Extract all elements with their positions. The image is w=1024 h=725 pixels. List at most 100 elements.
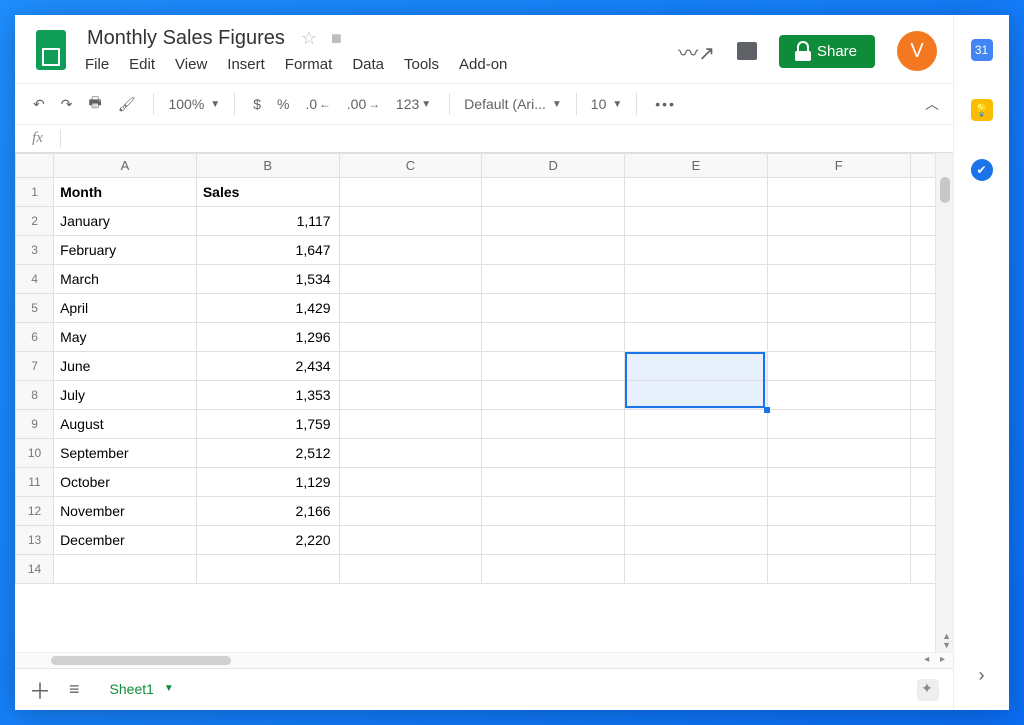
col-header-A[interactable]: A [54,154,197,178]
share-button[interactable]: Share [779,35,875,68]
undo-button[interactable]: ↶ [29,94,49,115]
cell-D3[interactable] [482,236,625,265]
horizontal-scrollbar[interactable]: ◂ ▸ [15,652,953,668]
row-header[interactable]: 14 [16,555,54,584]
cell-E6[interactable] [625,323,768,352]
row-header[interactable]: 1 [16,178,54,207]
cell-E5[interactable] [625,294,768,323]
menu-format[interactable]: Format [285,56,333,73]
selection-handle[interactable] [764,407,770,413]
decrease-decimal-button[interactable]: .0← [301,94,334,114]
cell-D2[interactable] [482,207,625,236]
increase-decimal-button[interactable]: .00→ [343,94,384,114]
cell-C13[interactable] [339,526,482,555]
cell-A13[interactable]: December [54,526,197,555]
scroll-thumb[interactable] [51,656,231,665]
menu-file[interactable]: File [85,56,109,73]
cell-A7[interactable]: June [54,352,197,381]
cell-D11[interactable] [482,468,625,497]
all-sheets-button[interactable]: ≡ [69,679,80,700]
zoom-dropdown[interactable]: 100%▼ [168,96,220,112]
cell-C5[interactable] [339,294,482,323]
doc-title[interactable]: Monthly Sales Figures [85,25,287,52]
keep-icon[interactable]: 💡 [971,99,993,121]
cell-D6[interactable] [482,323,625,352]
row-header[interactable]: 7 [16,352,54,381]
cell-A4[interactable]: March [54,265,197,294]
cell-E7[interactable] [625,352,768,381]
format-currency-button[interactable]: $ [249,94,265,114]
cell-A14[interactable] [54,555,197,584]
cell-F4[interactable] [767,265,910,294]
cell-F14[interactable] [767,555,910,584]
activity-icon[interactable]: 〰︎↗ [678,37,715,66]
cell-E2[interactable] [625,207,768,236]
cell-B12[interactable]: 2,166 [196,497,339,526]
cell-B3[interactable]: 1,647 [196,236,339,265]
cell-D10[interactable] [482,439,625,468]
cell-B8[interactable]: 1,353 [196,381,339,410]
cell-F10[interactable] [767,439,910,468]
row-header[interactable]: 10 [16,439,54,468]
cell-B4[interactable]: 1,534 [196,265,339,294]
cell-A9[interactable]: August [54,410,197,439]
cell-E4[interactable] [625,265,768,294]
col-header-C[interactable]: C [339,154,482,178]
cell-D1[interactable] [482,178,625,207]
cell-C7[interactable] [339,352,482,381]
cell-A1[interactable]: Month [54,178,197,207]
cell-C3[interactable] [339,236,482,265]
cell-B10[interactable]: 2,512 [196,439,339,468]
grid[interactable]: A B C D E F 1MonthSales 2January1,117 3F… [15,153,953,652]
cell-A5[interactable]: April [54,294,197,323]
cell-C14[interactable] [339,555,482,584]
cell-F11[interactable] [767,468,910,497]
cell-A11[interactable]: October [54,468,197,497]
cell-B7[interactable]: 2,434 [196,352,339,381]
cell-C2[interactable] [339,207,482,236]
cell-B1[interactable]: Sales [196,178,339,207]
row-header[interactable]: 6 [16,323,54,352]
cell-F1[interactable] [767,178,910,207]
row-header[interactable]: 4 [16,265,54,294]
menu-tools[interactable]: Tools [404,56,439,73]
cell-E12[interactable] [625,497,768,526]
cell-E3[interactable] [625,236,768,265]
explore-button[interactable] [917,679,939,701]
cell-C4[interactable] [339,265,482,294]
cell-F5[interactable] [767,294,910,323]
cell-E11[interactable] [625,468,768,497]
cell-E14[interactable] [625,555,768,584]
cell-E10[interactable] [625,439,768,468]
hide-side-panel-button[interactable]: › [979,665,985,686]
cell-F8[interactable] [767,381,910,410]
menu-addons[interactable]: Add-on [459,56,507,73]
cell-F3[interactable] [767,236,910,265]
cell-D5[interactable] [482,294,625,323]
scroll-thumb[interactable] [940,177,950,203]
more-toolbar-button[interactable]: ••• [651,94,680,114]
cell-D4[interactable] [482,265,625,294]
select-all-corner[interactable] [16,154,54,178]
more-formats-dropdown[interactable]: 123▼ [392,94,435,114]
row-header[interactable]: 12 [16,497,54,526]
cell-D7[interactable] [482,352,625,381]
tasks-icon[interactable]: ✔ [971,159,993,181]
cell-B14[interactable] [196,555,339,584]
row-header[interactable]: 8 [16,381,54,410]
cell-D8[interactable] [482,381,625,410]
row-header[interactable]: 11 [16,468,54,497]
cell-B5[interactable]: 1,429 [196,294,339,323]
cell-A8[interactable]: July [54,381,197,410]
redo-button[interactable]: ↷ [57,94,77,115]
print-button[interactable]: 🖶 [84,90,105,118]
cell-A3[interactable]: February [54,236,197,265]
cell-A2[interactable]: January [54,207,197,236]
cell-B13[interactable]: 2,220 [196,526,339,555]
vertical-scrollbar[interactable]: ▲▼ [935,153,953,652]
cell-B6[interactable]: 1,296 [196,323,339,352]
cell-D12[interactable] [482,497,625,526]
row-header[interactable]: 3 [16,236,54,265]
cell-C11[interactable] [339,468,482,497]
cell-D9[interactable] [482,410,625,439]
